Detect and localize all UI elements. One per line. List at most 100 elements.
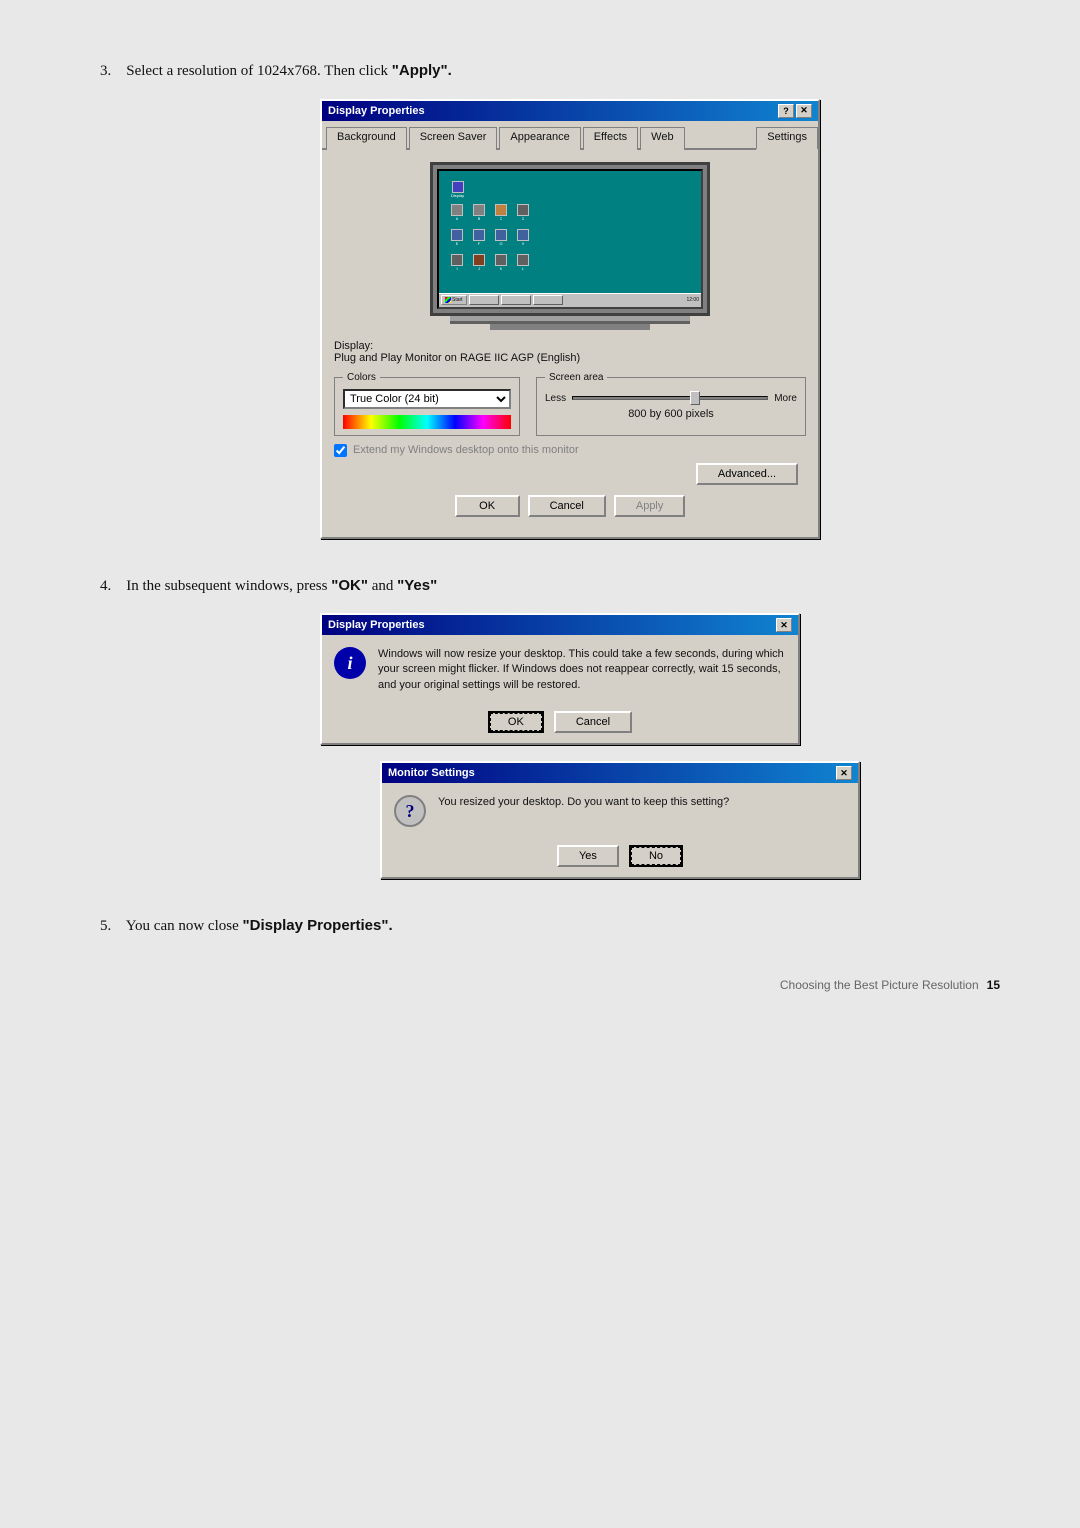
- start-button: Start: [441, 295, 467, 305]
- titlebar: Display Properties ? ✕: [322, 101, 818, 121]
- icon-box: [451, 229, 463, 241]
- colors-group: Colors True Color (24 bit): [334, 372, 520, 436]
- d-icon-j: J: [473, 254, 485, 271]
- d-icon-k: K: [495, 254, 507, 271]
- help-button[interactable]: ?: [778, 104, 794, 118]
- step-instruction: In the subsequent windows, press: [126, 578, 331, 594]
- advanced-button[interactable]: Advanced...: [696, 463, 798, 485]
- no-button[interactable]: No: [629, 845, 683, 867]
- more-label: More: [774, 393, 797, 404]
- icon-box: [473, 229, 485, 241]
- display-properties-dialog: Display Properties ? ✕ Background Screen…: [320, 99, 1000, 539]
- tab-web[interactable]: Web: [640, 127, 684, 150]
- resize-ok-button[interactable]: OK: [488, 711, 544, 733]
- display-label-section: Display: Plug and Play Monitor on RAGE I…: [334, 340, 806, 364]
- monitor-frame: Display A: [430, 162, 710, 330]
- pixels-text: 800 by 600 pixels: [545, 408, 797, 420]
- close-button[interactable]: ✕: [796, 104, 812, 118]
- step-instruction: You can now close: [126, 918, 243, 934]
- less-label: Less: [545, 393, 566, 404]
- tab-effects[interactable]: Effects: [583, 127, 638, 150]
- desktop-icons-row4: I J K: [447, 252, 693, 273]
- resize-title-text: Display Properties: [328, 619, 425, 631]
- d-icon-g: G: [495, 229, 507, 246]
- yes-button[interactable]: Yes: [557, 845, 619, 867]
- desktop-icon-1: Display: [451, 181, 464, 198]
- monitor-titlebar: Monitor Settings ✕: [382, 763, 858, 783]
- monitor-content: ? You resized your desktop. Do you want …: [382, 783, 858, 839]
- d-icon-f: F: [473, 229, 485, 246]
- resolution-slider-thumb[interactable]: [690, 391, 700, 405]
- desktop-icons-row1: Display: [447, 179, 693, 200]
- cancel-button[interactable]: Cancel: [528, 495, 606, 517]
- settings-panel: Display A: [322, 150, 818, 537]
- monitor-title-text: Monitor Settings: [388, 767, 475, 779]
- d-icon-h: H: [517, 229, 529, 246]
- d-icon-i: I: [451, 254, 463, 271]
- step-5-text: 5. You can now close "Display Properties…: [100, 915, 1000, 938]
- question-icon: ?: [394, 795, 426, 827]
- desktop-icons-row3: E F G: [447, 227, 693, 248]
- monitor-buttons: Yes No: [382, 839, 858, 877]
- icon-box: [451, 254, 463, 266]
- apply-button[interactable]: Apply: [614, 495, 686, 517]
- step-bold: "Apply".: [392, 62, 452, 79]
- titlebar-buttons: ? ✕: [778, 104, 812, 118]
- icon-box: [517, 254, 529, 266]
- page-number: 15: [987, 978, 1000, 992]
- taskbar-item-1: [469, 295, 499, 305]
- d-icon-c: C: [495, 204, 507, 221]
- icon-img: [452, 181, 464, 193]
- tabs-bar: Background Screen Saver Appearance Effec…: [322, 121, 818, 150]
- tab-appearance[interactable]: Appearance: [499, 127, 580, 150]
- icon-box: [495, 204, 507, 216]
- step4-dialogs: Display Properties ✕ i Windows will now …: [320, 613, 1000, 879]
- colors-select[interactable]: True Color (24 bit): [343, 389, 511, 409]
- d-icon-e: E: [451, 229, 463, 246]
- step-3: 3. Select a resolution of 1024x768. Then…: [100, 60, 1000, 539]
- resize-message: Windows will now resize your desktop. Th…: [378, 647, 786, 693]
- icon-box: [495, 254, 507, 266]
- step-3-text: 3. Select a resolution of 1024x768. Then…: [100, 60, 1000, 83]
- clock: 12:00: [686, 297, 699, 303]
- resize-close-button[interactable]: ✕: [776, 618, 792, 632]
- monitor-preview: Display A: [334, 162, 806, 330]
- tab-screensaver[interactable]: Screen Saver: [409, 127, 498, 150]
- desktop-area: Display A: [443, 175, 697, 289]
- dialog-buttons: OK Cancel Apply: [334, 489, 806, 525]
- monitor-close-button[interactable]: ✕: [836, 766, 852, 780]
- extend-desktop-checkbox[interactable]: [334, 444, 347, 457]
- icon-box: [451, 204, 463, 216]
- display-properties-window: Display Properties ? ✕ Background Screen…: [320, 99, 820, 539]
- settings-row: Colors True Color (24 bit) Screen area L…: [334, 372, 806, 436]
- resize-dialog: Display Properties ✕ i Windows will now …: [320, 613, 800, 745]
- titlebar-text: Display Properties: [328, 105, 425, 117]
- slider-container: Less More: [545, 393, 797, 404]
- step-5: 5. You can now close "Display Properties…: [100, 915, 1000, 938]
- resize-cancel-button[interactable]: Cancel: [554, 711, 632, 733]
- monitor-outer: Display A: [430, 162, 710, 316]
- monitor-screen: Display A: [437, 169, 703, 309]
- d-icon-b: B: [473, 204, 485, 221]
- display-label: Display:: [334, 340, 806, 352]
- step-number: 5.: [100, 918, 111, 934]
- taskbar-item-2: [501, 295, 531, 305]
- icon-box: [495, 229, 507, 241]
- icon-box: [517, 204, 529, 216]
- resize-buttons: OK Cancel: [322, 705, 798, 743]
- color-bar: [343, 415, 511, 429]
- footer-text: Choosing the Best Picture Resolution: [780, 978, 979, 992]
- checkbox-row: Extend my Windows desktop onto this moni…: [334, 444, 806, 457]
- d-icon-a: A: [451, 204, 463, 221]
- desktop-icons-row2: A B C: [447, 202, 693, 223]
- step-bold1: "OK": [331, 577, 368, 594]
- info-icon: i: [334, 647, 366, 679]
- taskbar-items: [469, 295, 685, 305]
- ok-button[interactable]: OK: [455, 495, 520, 517]
- monitor-settings-dialog: Monitor Settings ✕ ? You resized your de…: [380, 761, 860, 879]
- d-icon-l: L: [517, 254, 529, 271]
- step-bold: "Display Properties".: [243, 917, 393, 934]
- tab-background[interactable]: Background: [326, 127, 407, 150]
- d-icon-d: D: [517, 204, 529, 221]
- tab-settings[interactable]: Settings: [756, 127, 818, 150]
